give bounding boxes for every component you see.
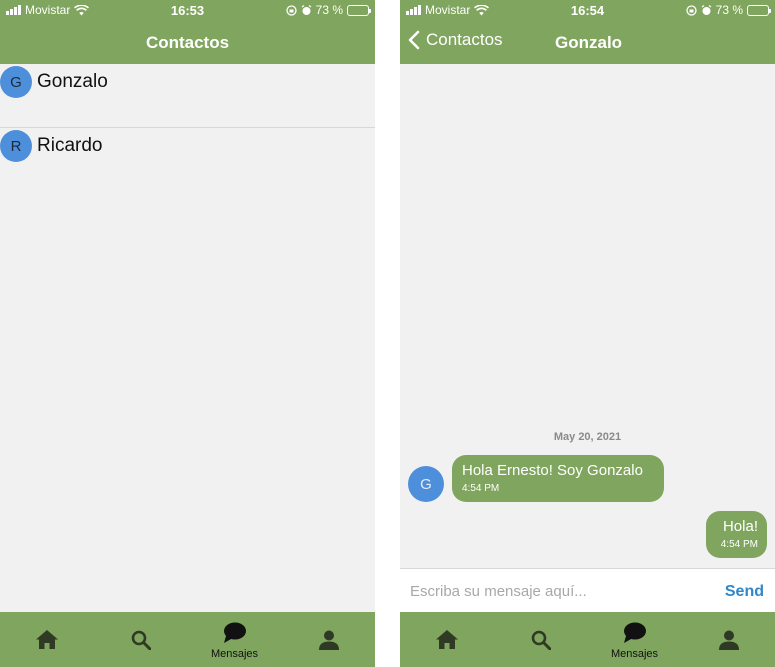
tab-label: Mensajes [210,648,259,660]
search-icon [131,630,151,650]
tab-bar: Mensajes [400,612,775,667]
page-title: Gonzalo [555,33,623,52]
chat-screen: Movistar 16:54 73 % Contactos Gonzalo Ma… [400,0,775,667]
orientation-lock-icon [285,4,297,16]
chat-bubble-icon [223,622,246,643]
app-header: Movistar 16:53 73 % Contactos [0,0,375,64]
battery-percent: 73 % [315,3,343,17]
message-time: 4:54 PM [720,539,758,550]
home-icon [435,630,458,649]
app-header: Movistar 16:54 73 % Contactos Gonzalo [400,0,775,64]
tab-profile[interactable] [282,612,375,667]
chat-bubble-icon [623,622,646,643]
message-time: 4:54 PM [462,483,500,494]
contact-name: Gonzalo [37,71,108,92]
date-separator: May 20, 2021 [553,431,622,443]
contact-name: Ricardo [37,135,103,156]
tab-label: Mensajes [610,648,659,660]
status-bar: Movistar 16:54 73 % [400,0,775,20]
status-bar: Movistar 16:53 73 % [0,0,375,20]
message-text: Hola Ernesto! Soy Gonzalo [462,462,643,479]
tab-home[interactable] [0,612,93,667]
person-icon [318,630,339,650]
avatar: R [0,130,32,162]
tab-messages[interactable]: Mensajes [188,612,281,667]
back-label: Contactos [426,30,503,49]
search-icon [531,630,551,650]
tab-search[interactable] [494,612,587,667]
message-bubble-outgoing: Hola! 4:54 PM [706,511,767,558]
send-button[interactable]: Send [725,583,764,601]
message-input[interactable] [410,577,710,605]
battery-percent: 73 % [715,3,743,17]
chevron-left-icon [408,30,420,50]
tab-bar: Mensajes [0,612,375,667]
tab-messages[interactable]: Mensajes [588,612,681,667]
contact-row-ricardo[interactable]: R Ricardo [0,128,375,192]
message-composer: Send [400,568,775,613]
avatar: G [408,466,444,502]
tab-home[interactable] [400,612,493,667]
avatar: G [0,66,32,98]
tab-profile[interactable] [682,612,775,667]
alarm-icon [301,4,312,15]
contact-row-gonzalo[interactable]: G Gonzalo [0,64,375,128]
alarm-icon [701,4,712,15]
page-title: Contactos [145,33,230,52]
tab-search[interactable] [94,612,187,667]
person-icon [718,630,739,650]
orientation-lock-icon [685,4,697,16]
battery-icon [747,4,771,16]
home-icon [35,630,58,649]
back-button[interactable]: Contactos [408,30,503,50]
message-text: Hola! [722,518,758,535]
contacts-screen: Movistar 16:53 73 % Contactos G Gonzalo … [0,0,375,667]
battery-icon [347,4,371,16]
message-bubble-incoming: Hola Ernesto! Soy Gonzalo 4:54 PM [452,455,664,502]
contact-list: G Gonzalo R Ricardo [0,64,375,192]
